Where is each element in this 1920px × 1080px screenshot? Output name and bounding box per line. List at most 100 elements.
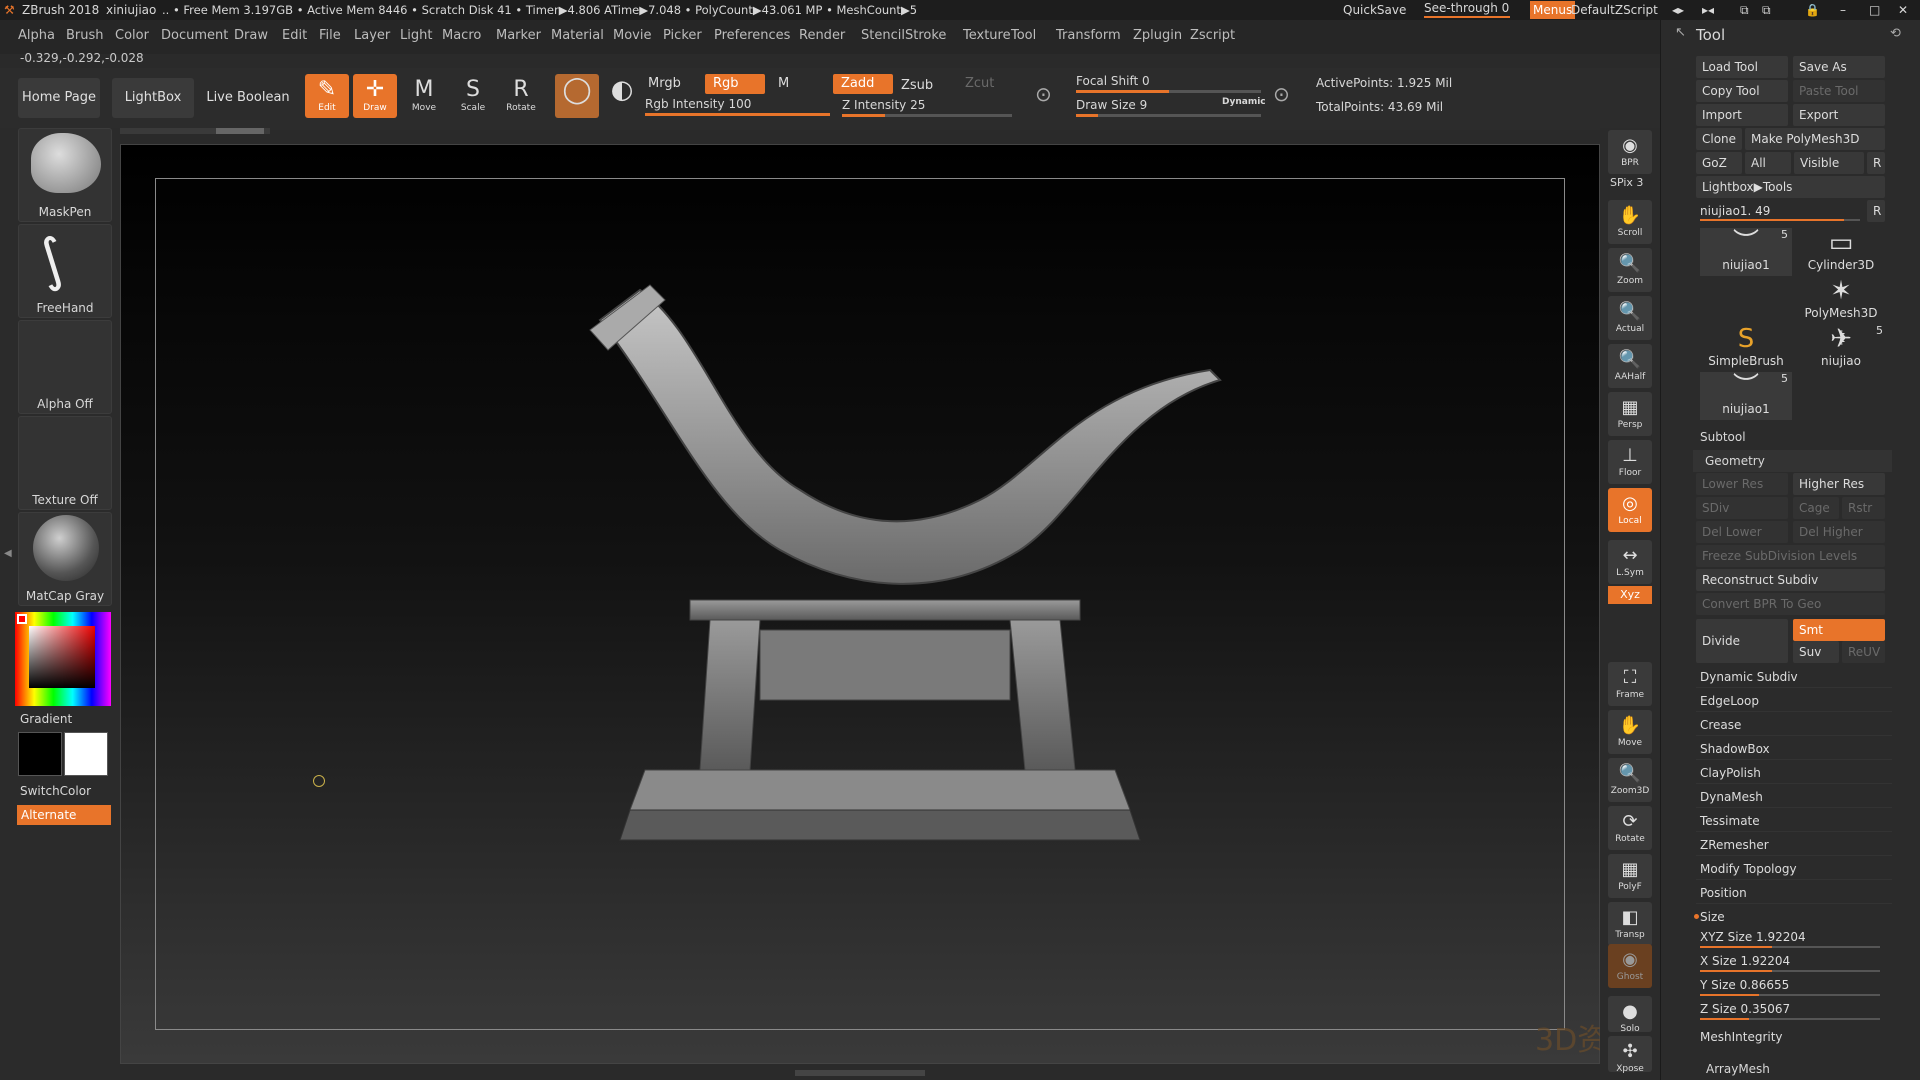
m-toggle[interactable]: M — [770, 74, 789, 94]
brush-selector[interactable]: MaskPen — [18, 128, 112, 222]
focal-shift-slider[interactable]: Focal Shift 0 — [1076, 74, 1150, 88]
aahalf-button[interactable]: 🔍 AAHalf — [1608, 344, 1652, 388]
make-polymesh-button[interactable]: Make PolyMesh3D — [1745, 128, 1885, 150]
ghost-button[interactable]: ◉ Ghost — [1608, 944, 1652, 988]
tool-thumb-niujiao1[interactable]: ︶ niujiao1 5 — [1700, 228, 1792, 276]
export-button[interactable]: Export — [1793, 104, 1885, 126]
stroke-selector[interactable]: ∫ FreeHand — [18, 224, 112, 318]
smt-toggle[interactable]: Smt — [1793, 619, 1885, 641]
menu-marker[interactable]: Marker — [496, 28, 541, 43]
lightbox-tools-button[interactable]: Lightbox▶Tools — [1696, 176, 1885, 198]
gradient-label[interactable]: Gradient — [20, 712, 72, 726]
menu-layer[interactable]: Layer — [354, 28, 390, 43]
reconstruct-subdiv-button[interactable]: Reconstruct Subdiv — [1696, 569, 1885, 591]
section-claypolish[interactable]: ClayPolish — [1696, 762, 1892, 784]
section-zremesher[interactable]: ZRemesher — [1696, 834, 1892, 856]
menu-document[interactable]: Document — [161, 28, 228, 43]
convert-bpr-button[interactable]: Convert BPR To Geo — [1696, 593, 1885, 615]
rgb-toggle[interactable]: Rgb — [705, 74, 765, 94]
layout-icon[interactable]: ◂▸ — [1672, 0, 1684, 20]
divide-button[interactable]: Divide — [1696, 619, 1788, 663]
menu-alpha[interactable]: Alpha — [18, 28, 55, 43]
close-icon[interactable]: ✕ — [1898, 0, 1908, 20]
mesh-integrity-section[interactable]: MeshIntegrity — [1696, 1026, 1892, 1048]
collapse-left-icon[interactable]: ◀ — [4, 548, 12, 559]
higher-res-button[interactable]: Higher Res — [1793, 473, 1885, 495]
lower-res-button[interactable]: Lower Res — [1696, 473, 1788, 495]
cage-button[interactable]: Cage — [1793, 497, 1839, 519]
zoom-button[interactable]: 🔍 Zoom — [1608, 248, 1652, 292]
suv-toggle[interactable]: Suv — [1793, 641, 1839, 663]
bottom-tray-handle[interactable] — [795, 1070, 925, 1076]
home-page-button[interactable]: Home Page — [18, 78, 100, 118]
menu-zscript[interactable]: Zscript — [1190, 28, 1235, 43]
maximize-icon[interactable]: □ — [1869, 0, 1880, 20]
save-as-button[interactable]: Save As — [1793, 56, 1885, 78]
doc-scrollbar[interactable] — [120, 128, 270, 134]
default-zscript-button[interactable]: DefaultZScript — [1571, 0, 1658, 20]
minimize-icon[interactable]: – — [1840, 0, 1846, 20]
window-layout-icon-2[interactable]: ⧉ — [1762, 0, 1771, 20]
del-higher-button[interactable]: Del Higher — [1793, 521, 1885, 543]
reuv-toggle[interactable]: ReUV — [1842, 641, 1885, 663]
section-dynamesh[interactable]: DynaMesh — [1696, 786, 1892, 808]
quicksave-button[interactable]: QuickSave — [1343, 0, 1406, 20]
texture-selector[interactable]: Texture Off — [18, 416, 112, 510]
menu-stencil[interactable]: Stencil — [861, 28, 905, 43]
x-size-slider[interactable]: X Size 1.92204 — [1696, 950, 1892, 972]
menu-tool[interactable]: Tool — [1011, 28, 1036, 43]
z-size-track[interactable] — [1700, 1018, 1880, 1020]
lsym-button[interactable]: ↔ L.Sym — [1608, 540, 1652, 584]
scale-mode-button[interactable]: S Scale — [451, 74, 495, 118]
section-crease[interactable]: Crease — [1696, 714, 1892, 736]
window-layout-icon[interactable]: ⧉ — [1740, 0, 1749, 20]
freeze-subdiv-button[interactable]: Freeze SubDivision Levels — [1696, 545, 1885, 567]
menu-material[interactable]: Material — [551, 28, 604, 43]
pin-icon[interactable]: ↖ — [1675, 25, 1686, 40]
color-picker-square[interactable] — [29, 626, 95, 688]
section-shadowbox[interactable]: ShadowBox — [1696, 738, 1892, 760]
tool-thumb-cylinder3d[interactable]: ▭ Cylinder3D — [1795, 228, 1887, 276]
draw-size-slider[interactable]: Draw Size 9 — [1076, 98, 1147, 112]
mrgb-toggle[interactable]: Mrgb — [640, 74, 681, 94]
rgb-intensity-track[interactable] — [645, 113, 830, 116]
move-button[interactable]: ✋ Move — [1608, 710, 1652, 754]
backface-mask-icon[interactable]: ⊙ — [1273, 82, 1290, 106]
dynamic-label[interactable]: Dynamic — [1222, 97, 1266, 107]
menu-light[interactable]: Light — [400, 28, 432, 43]
alpha-selector[interactable]: Alpha Off — [18, 320, 112, 414]
goz-visible-button[interactable]: Visible — [1794, 152, 1864, 174]
persp-button[interactable]: ▦ Persp — [1608, 392, 1652, 436]
color-sphere-icon[interactable]: ◐ — [600, 74, 644, 118]
zcut-toggle[interactable]: Zcut — [957, 74, 994, 94]
rgb-intensity-slider[interactable]: Rgb Intensity 100 — [645, 97, 751, 111]
goz-r-button[interactable]: R — [1867, 152, 1885, 174]
menu-file[interactable]: File — [319, 28, 341, 43]
tool-thumb-niujiao1[interactable]: ︶ niujiao1 5 — [1700, 372, 1792, 420]
reset-icon[interactable]: ⟲ — [1890, 26, 1901, 41]
size-section[interactable]: Size — [1696, 906, 1892, 928]
tool-r-button[interactable]: R — [1867, 200, 1885, 222]
xyz-size-track[interactable] — [1700, 946, 1880, 948]
zoom3d-button[interactable]: 🔍 Zoom3D — [1608, 758, 1652, 802]
menu-picker[interactable]: Picker — [663, 28, 702, 43]
polyf-button[interactable]: ▦ PolyF — [1608, 854, 1652, 898]
solo-button[interactable]: ● Solo — [1608, 996, 1652, 1034]
floor-button[interactable]: ⊥ Floor — [1608, 440, 1652, 484]
menu-render[interactable]: Render — [799, 28, 845, 43]
focal-shift-track[interactable] — [1076, 90, 1261, 93]
local-button[interactable]: ◎ Local — [1608, 488, 1652, 532]
x-size-track[interactable] — [1700, 970, 1880, 972]
bpr-button[interactable]: ◉ BPR — [1608, 130, 1652, 174]
zsub-toggle[interactable]: Zsub — [893, 76, 933, 96]
lightbox-button[interactable]: LightBox — [112, 78, 194, 118]
alternate-button[interactable]: Alternate — [17, 805, 111, 825]
color-picker[interactable] — [15, 612, 111, 706]
section-edgeloop[interactable]: EdgeLoop — [1696, 690, 1892, 712]
section-modify-topology[interactable]: Modify Topology — [1696, 858, 1892, 880]
switch-color-button[interactable]: SwitchColor — [20, 784, 91, 798]
rotate-button[interactable]: ⟳ Rotate — [1608, 806, 1652, 850]
subtool-section[interactable]: Subtool — [1700, 430, 1746, 444]
sdiv-slider[interactable]: SDiv — [1696, 497, 1788, 519]
section-position[interactable]: Position — [1696, 882, 1892, 904]
